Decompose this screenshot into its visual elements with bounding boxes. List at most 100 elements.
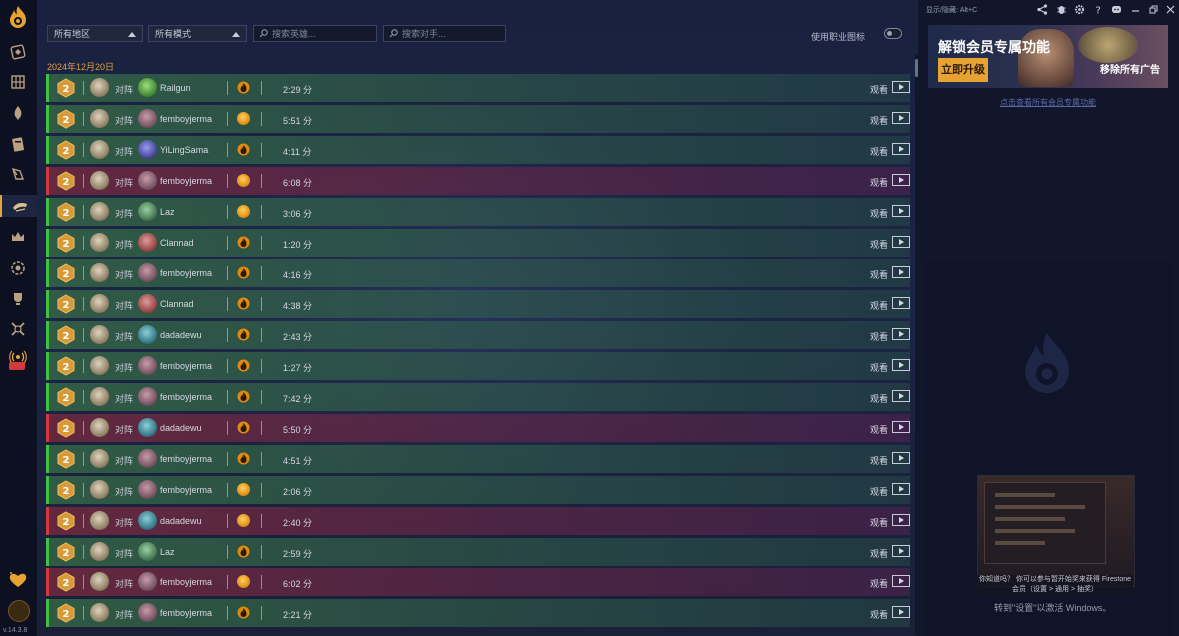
opponent-search-placeholder: 搜索对手...: [402, 29, 446, 39]
play-replay-button[interactable]: [892, 142, 910, 155]
rank-badge-icon: 2: [57, 109, 75, 129]
watch-label[interactable]: 观看: [870, 392, 888, 405]
restore-icon[interactable]: [1148, 4, 1159, 15]
nav-decks[interactable]: [6, 41, 30, 63]
replay-row[interactable]: 2 对阵 femboyjerma 4:16 分 观看: [46, 259, 910, 288]
replay-row[interactable]: 2 对阵 femboyjerma 1:27 分 观看: [46, 352, 910, 381]
coin-mode-icon: [237, 513, 250, 527]
replay-row[interactable]: 2 对阵 Clannad 1:20 分 观看: [46, 228, 910, 257]
opponent-search-input[interactable]: 搜索对手...: [383, 25, 506, 42]
settings-icon[interactable]: [1074, 4, 1085, 15]
nav-collection[interactable]: [6, 71, 30, 93]
watch-label[interactable]: 观看: [870, 145, 888, 158]
play-replay-button[interactable]: [892, 575, 910, 588]
play-replay-button[interactable]: [892, 513, 910, 526]
nav-arena[interactable]: [6, 257, 30, 279]
discord-icon[interactable]: [1111, 4, 1122, 15]
replay-row[interactable]: 2 对阵 Clannad 4:38 分 观看: [46, 290, 910, 319]
nav-trophy[interactable]: [6, 288, 30, 310]
watch-label[interactable]: 观看: [870, 238, 888, 251]
rank-badge-icon: 2: [57, 202, 75, 222]
svg-text:2: 2: [63, 239, 70, 250]
watch-label[interactable]: 观看: [870, 114, 888, 127]
replay-row[interactable]: 2 对阵 femboyjerma 4:51 分 观看: [46, 444, 910, 473]
replay-row[interactable]: 2 对阵 Laz 3:06 分 观看: [46, 197, 910, 226]
watch-label[interactable]: 观看: [870, 207, 888, 220]
play-replay-button[interactable]: [892, 235, 910, 248]
play-replay-button[interactable]: [892, 359, 910, 372]
replay-row[interactable]: 2 对阵 dadadewu 2:40 分 观看: [46, 506, 910, 535]
play-replay-button[interactable]: [892, 111, 910, 124]
mode-select[interactable]: 所有模式: [148, 25, 247, 42]
upgrade-button[interactable]: 立即升级: [938, 58, 988, 82]
nav-replays[interactable]: [0, 195, 37, 217]
replay-row[interactable]: 2 对阵 femboyjerma 6:02 分 观看: [46, 568, 910, 597]
nav-cards[interactable]: [6, 102, 30, 124]
firestone-logo-icon[interactable]: [7, 5, 29, 29]
play-replay-button[interactable]: [892, 173, 910, 186]
watch-label[interactable]: 观看: [870, 330, 888, 343]
play-replay-button[interactable]: [892, 81, 910, 93]
crown-icon: [12, 232, 24, 241]
row-divider: [83, 390, 84, 404]
nav-card-book[interactable]: [6, 133, 30, 155]
watch-label[interactable]: 观看: [870, 577, 888, 590]
row-divider: [83, 451, 84, 466]
watch-label[interactable]: 观看: [870, 485, 888, 498]
replay-row[interactable]: 2 对阵 femboyjerma 5:51 分 观看: [46, 104, 910, 133]
hero-search-placeholder: 搜索英雄...: [272, 29, 316, 39]
play-replay-button[interactable]: [892, 544, 910, 557]
replay-row[interactable]: 2 对阵 femboyjerma 2:06 分 观看: [46, 475, 910, 504]
replay-row[interactable]: 2 对阵 femboyjerma 6:08 分 观看: [46, 166, 910, 195]
play-replay-button[interactable]: [892, 420, 910, 433]
account-badge-icon[interactable]: [8, 600, 30, 622]
watch-label[interactable]: 观看: [870, 547, 888, 560]
watch-label[interactable]: 观看: [870, 299, 888, 312]
watch-label[interactable]: 观看: [870, 361, 888, 374]
card-book-icon: [12, 137, 24, 152]
trophy-icon: [14, 293, 22, 305]
replay-row[interactable]: 2 对阵 femboyjerma 7:42 分 观看: [46, 383, 910, 411]
region-select[interactable]: 所有地区: [47, 25, 143, 42]
nav-crown[interactable]: [6, 226, 30, 248]
premium-features-link[interactable]: 点击查看所有会员专属功能: [1000, 97, 1096, 108]
minimize-icon[interactable]: [1130, 4, 1141, 15]
play-replay-button[interactable]: [892, 451, 910, 464]
opponent-name: femboyjerma: [160, 175, 213, 186]
replay-row[interactable]: 2 对阵 dadadewu 2:43 分 观看: [46, 321, 910, 350]
svg-text:2: 2: [63, 177, 70, 188]
watch-label[interactable]: 观看: [870, 608, 888, 621]
premium-banner[interactable]: 解锁会员专属功能 立即升级 移除所有广告: [928, 25, 1168, 88]
play-replay-button[interactable]: [892, 297, 910, 310]
close-icon[interactable]: [1165, 4, 1176, 15]
watch-label[interactable]: 观看: [870, 454, 888, 467]
play-replay-button[interactable]: [892, 482, 910, 495]
replay-row[interactable]: 2 对阵 femboyjerma 2:21 分 观看: [46, 599, 910, 628]
play-replay-button[interactable]: [892, 266, 910, 279]
support-heart-icon[interactable]: [7, 570, 29, 590]
class-icon-toggle[interactable]: [884, 28, 902, 39]
play-replay-button[interactable]: [892, 606, 910, 619]
search-icon: [389, 29, 398, 38]
opponent-name: femboyjerma: [160, 392, 213, 402]
replay-row[interactable]: 2 对阵 Railgun 2:29 分 观看: [46, 74, 910, 102]
replay-row[interactable]: 2 对阵 YiLingSama 4:11 分 观看: [46, 135, 910, 164]
game-duration: 2:43 分: [283, 332, 313, 343]
watch-label[interactable]: 观看: [870, 423, 888, 436]
opponent-avatar: [138, 417, 157, 437]
share-icon[interactable]: [1037, 4, 1048, 15]
watch-label[interactable]: 观看: [870, 83, 888, 96]
play-replay-button[interactable]: [892, 204, 910, 217]
bug-icon[interactable]: [1056, 4, 1067, 15]
hero-search-input[interactable]: 搜索英雄...: [253, 25, 377, 42]
nav-deck-builder[interactable]: [6, 163, 30, 185]
replay-row[interactable]: 2 对阵 Laz 2:59 分 观看: [46, 537, 910, 566]
help-icon[interactable]: ?: [1093, 4, 1104, 16]
nav-battlegrounds[interactable]: [6, 318, 30, 340]
play-replay-button[interactable]: [892, 328, 910, 341]
watch-label[interactable]: 观看: [870, 268, 888, 281]
watch-label[interactable]: 观看: [870, 516, 888, 529]
replay-row[interactable]: 2 对阵 dadadewu 5:50 分 观看: [46, 413, 910, 442]
watch-label[interactable]: 观看: [870, 176, 888, 189]
play-replay-button[interactable]: [892, 390, 910, 402]
